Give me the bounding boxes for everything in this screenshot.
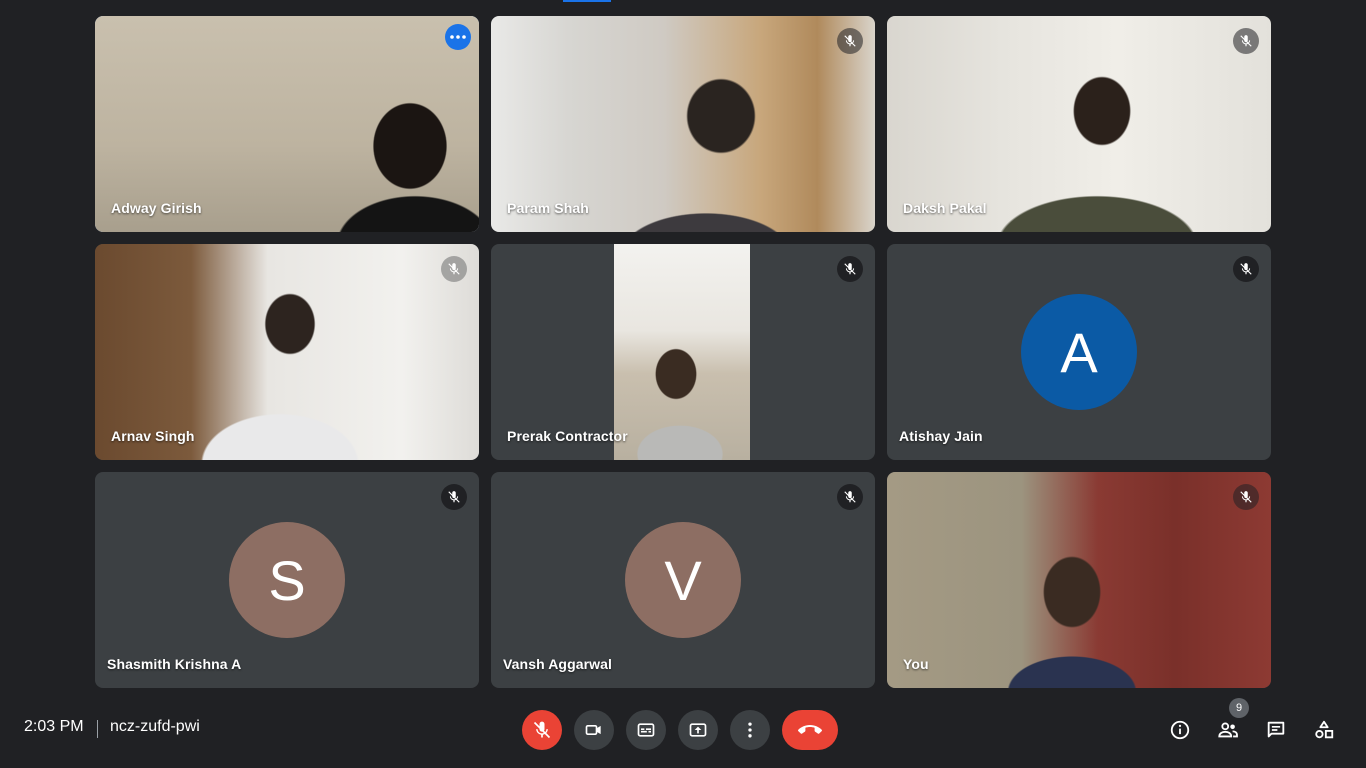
muted-indicator (1233, 256, 1259, 282)
hang-up-icon (798, 725, 822, 734)
divider (97, 720, 98, 738)
participant-name: You (903, 656, 929, 672)
participant-tile-param-shah[interactable]: Param Shah (491, 16, 875, 232)
muted-indicator (441, 484, 467, 510)
mic-off-icon (448, 491, 460, 503)
present-icon (689, 723, 707, 737)
participant-name: Arnav Singh (111, 428, 195, 444)
participant-name: Atishay Jain (899, 428, 983, 444)
clock: 2:03 PM (24, 718, 84, 735)
participant-tile-daksh-pakal[interactable]: Daksh Pakal (887, 16, 1271, 232)
more-options-button[interactable] (730, 710, 770, 750)
avatar: S (229, 522, 345, 638)
leave-call-button[interactable] (782, 710, 838, 750)
meeting-details-button[interactable] (1164, 714, 1196, 746)
participant-tile-you[interactable]: You (887, 472, 1271, 688)
muted-indicator (837, 256, 863, 282)
participant-video (887, 472, 1271, 688)
avatar: V (625, 522, 741, 638)
microphone-toggle-button[interactable] (522, 710, 562, 750)
participant-name: Prerak Contractor (507, 428, 628, 444)
muted-indicator (441, 256, 467, 282)
participant-tile-adway-girish[interactable]: Adway Girish (95, 16, 479, 232)
show-everyone-button[interactable] (1212, 714, 1244, 746)
people-icon (1218, 722, 1238, 738)
captions-icon (637, 723, 655, 737)
participant-tile-vansh-aggarwal[interactable]: V Vansh Aggarwal (491, 472, 875, 688)
muted-indicator (837, 28, 863, 54)
info-icon (1170, 720, 1190, 740)
camera-toggle-button[interactable] (574, 710, 614, 750)
mic-off-icon (1240, 263, 1252, 275)
mic-off-icon (844, 263, 856, 275)
mic-off-icon (844, 35, 856, 47)
participant-name: Daksh Pakal (903, 200, 987, 216)
participant-video (614, 244, 750, 460)
muted-indicator (1233, 484, 1259, 510)
participant-tile-atishay-jain[interactable]: A Atishay Jain (887, 244, 1271, 460)
activities-icon (1315, 720, 1334, 739)
bottom-control-bar: 2:03 PM ncz-zufd-pwi (0, 700, 1366, 768)
participant-tile-arnav-singh[interactable]: Arnav Singh (95, 244, 479, 460)
camera-icon (585, 725, 601, 735)
muted-indicator (1233, 28, 1259, 54)
more-vert-icon (748, 722, 752, 738)
avatar: A (1021, 294, 1137, 410)
muted-indicator (837, 484, 863, 510)
participant-tile-prerak-contractor[interactable]: Prerak Contractor (491, 244, 875, 460)
mic-off-icon (1240, 35, 1252, 47)
more-options-button[interactable] (445, 24, 471, 50)
participant-name: Adway Girish (111, 200, 202, 216)
activities-button[interactable] (1308, 714, 1340, 746)
more-horiz-icon (450, 35, 466, 39)
chat-icon (1267, 721, 1285, 738)
participant-name: Vansh Aggarwal (503, 656, 613, 672)
mic-off-icon (533, 721, 551, 739)
mic-off-icon (844, 491, 856, 503)
present-screen-button[interactable] (678, 710, 718, 750)
mic-off-icon (1240, 491, 1252, 503)
captions-button[interactable] (626, 710, 666, 750)
mic-off-icon (448, 263, 460, 275)
participant-tile-shasmith-krishna-a[interactable]: S Shasmith Krishna A (95, 472, 479, 688)
participant-name: Shasmith Krishna A (107, 656, 242, 672)
participant-name: Param Shah (507, 200, 589, 216)
active-speaker-indicator (563, 0, 611, 2)
meeting-code: ncz-zufd-pwi (110, 718, 200, 735)
participant-count-badge: 9 (1229, 698, 1249, 718)
chat-button[interactable] (1260, 714, 1292, 746)
